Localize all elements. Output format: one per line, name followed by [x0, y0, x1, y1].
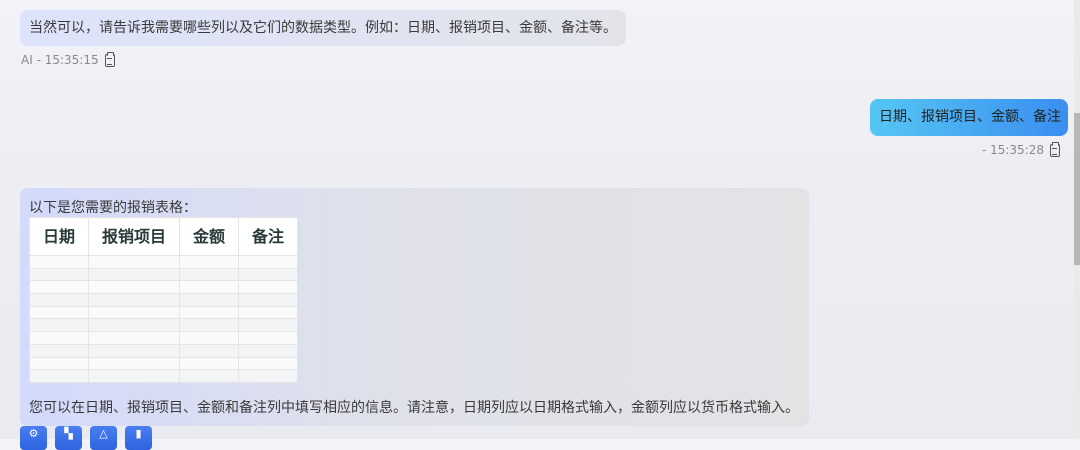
- copy-icon: ▚: [64, 427, 73, 440]
- table-cell: [88, 255, 180, 269]
- table-cell: [29, 331, 89, 345]
- clipboard-icon[interactable]: [1050, 141, 1060, 157]
- table-cell: [238, 356, 298, 371]
- table-cell: [179, 293, 239, 307]
- table-cell: [29, 356, 89, 371]
- table-cell: [238, 369, 298, 383]
- table-cell: [29, 267, 89, 282]
- table-row: [29, 356, 298, 371]
- user-message-timestamp: - 15:35:28: [981, 143, 1044, 157]
- user-message-meta: - 15:35:28: [982, 141, 1060, 159]
- scrollbar[interactable]: [1074, 0, 1080, 439]
- table-row: [29, 318, 298, 333]
- table-cell: [88, 305, 180, 320]
- scrollbar-thumb[interactable]: [1074, 113, 1080, 265]
- table-cell: [88, 343, 180, 358]
- clipboard-icon[interactable]: [104, 51, 115, 67]
- ai-message-text: 当然可以，请告诉我需要哪些列以及它们的数据类型。例如：日期、报销项目、金额、备注…: [29, 20, 617, 36]
- table-cell: [238, 280, 298, 295]
- ai-message-intro: 以下是您需要的报销表格：: [29, 200, 197, 216]
- table-cell: [179, 318, 239, 333]
- table-cell: [88, 369, 180, 383]
- ai-message-outro: 您可以在日期、报销项目、金额和备注列中填写相应的信息。请注意，日期列应以日期格式…: [29, 400, 799, 416]
- table-cell: [179, 343, 239, 358]
- ai-message-timestamp: AI - 15:35:15: [21, 53, 99, 67]
- table-cell: [179, 267, 239, 282]
- table-row: [29, 280, 298, 295]
- table-cell: [29, 255, 89, 269]
- table-header-row: 日期 报销项目 金额 备注: [29, 217, 298, 256]
- table-cell: [238, 267, 298, 282]
- table-cell: [88, 293, 180, 307]
- table-row: [29, 331, 298, 345]
- table-cell: [179, 331, 239, 345]
- table-row: [29, 293, 298, 307]
- table-cell: [29, 369, 89, 383]
- table-cell: [88, 331, 180, 345]
- table-cell: [179, 280, 239, 295]
- table-header-cell: 日期: [29, 217, 89, 256]
- table-row: [29, 343, 298, 358]
- table-cell: [29, 318, 89, 333]
- edit-button[interactable]: △: [90, 426, 117, 450]
- table-cell: [179, 356, 239, 371]
- message-actions: ⚙ ▚ △ ▮: [20, 426, 152, 450]
- user-message-text: 日期、报销项目、金额、备注: [879, 109, 1061, 125]
- table-header-cell: 金额: [179, 217, 239, 256]
- table-row: [29, 255, 298, 269]
- table-cell: [238, 343, 298, 358]
- table-row: [29, 305, 298, 320]
- delete-button[interactable]: ▮: [125, 426, 152, 450]
- table-cell: [88, 356, 180, 371]
- settings-icon: ⚙: [28, 427, 39, 440]
- table-cell: [238, 318, 298, 333]
- table-cell: [29, 293, 89, 307]
- edit-icon: △: [99, 427, 108, 440]
- settings-button[interactable]: ⚙: [20, 426, 47, 450]
- expense-table: 日期 报销项目 金额 备注: [29, 217, 298, 383]
- table-row: [29, 369, 298, 383]
- chat-area: 当然可以，请告诉我需要哪些列以及它们的数据类型。例如：日期、报销项目、金额、备注…: [0, 0, 1074, 450]
- table-cell: [179, 369, 239, 383]
- copy-button[interactable]: ▚: [55, 426, 82, 450]
- delete-icon: ▮: [135, 427, 142, 440]
- ai-message-bubble: 当然可以，请告诉我需要哪些列以及它们的数据类型。例如：日期、报销项目、金额、备注…: [20, 10, 626, 46]
- table-cell: [88, 280, 180, 295]
- table-cell: [29, 280, 89, 295]
- table-cell: [179, 255, 239, 269]
- table-header-cell: 报销项目: [88, 217, 180, 256]
- table-cell: [29, 343, 89, 358]
- table-cell: [238, 305, 298, 320]
- table-cell: [179, 305, 239, 320]
- table-cell: [88, 318, 180, 333]
- table-row: [29, 267, 298, 282]
- ai-message-meta: AI - 15:35:15: [21, 51, 115, 69]
- ai-message-bubble-table: 以下是您需要的报销表格： 日期 报销项目 金额 备注 您可以在日期、报销项目、金…: [20, 188, 809, 426]
- table-header-cell: 备注: [238, 217, 298, 256]
- table-cell: [238, 293, 298, 307]
- table-cell: [29, 305, 89, 320]
- table-cell: [88, 267, 180, 282]
- user-message-bubble: 日期、报销项目、金额、备注: [870, 99, 1068, 136]
- table-cell: [238, 255, 298, 269]
- table-cell: [238, 331, 298, 345]
